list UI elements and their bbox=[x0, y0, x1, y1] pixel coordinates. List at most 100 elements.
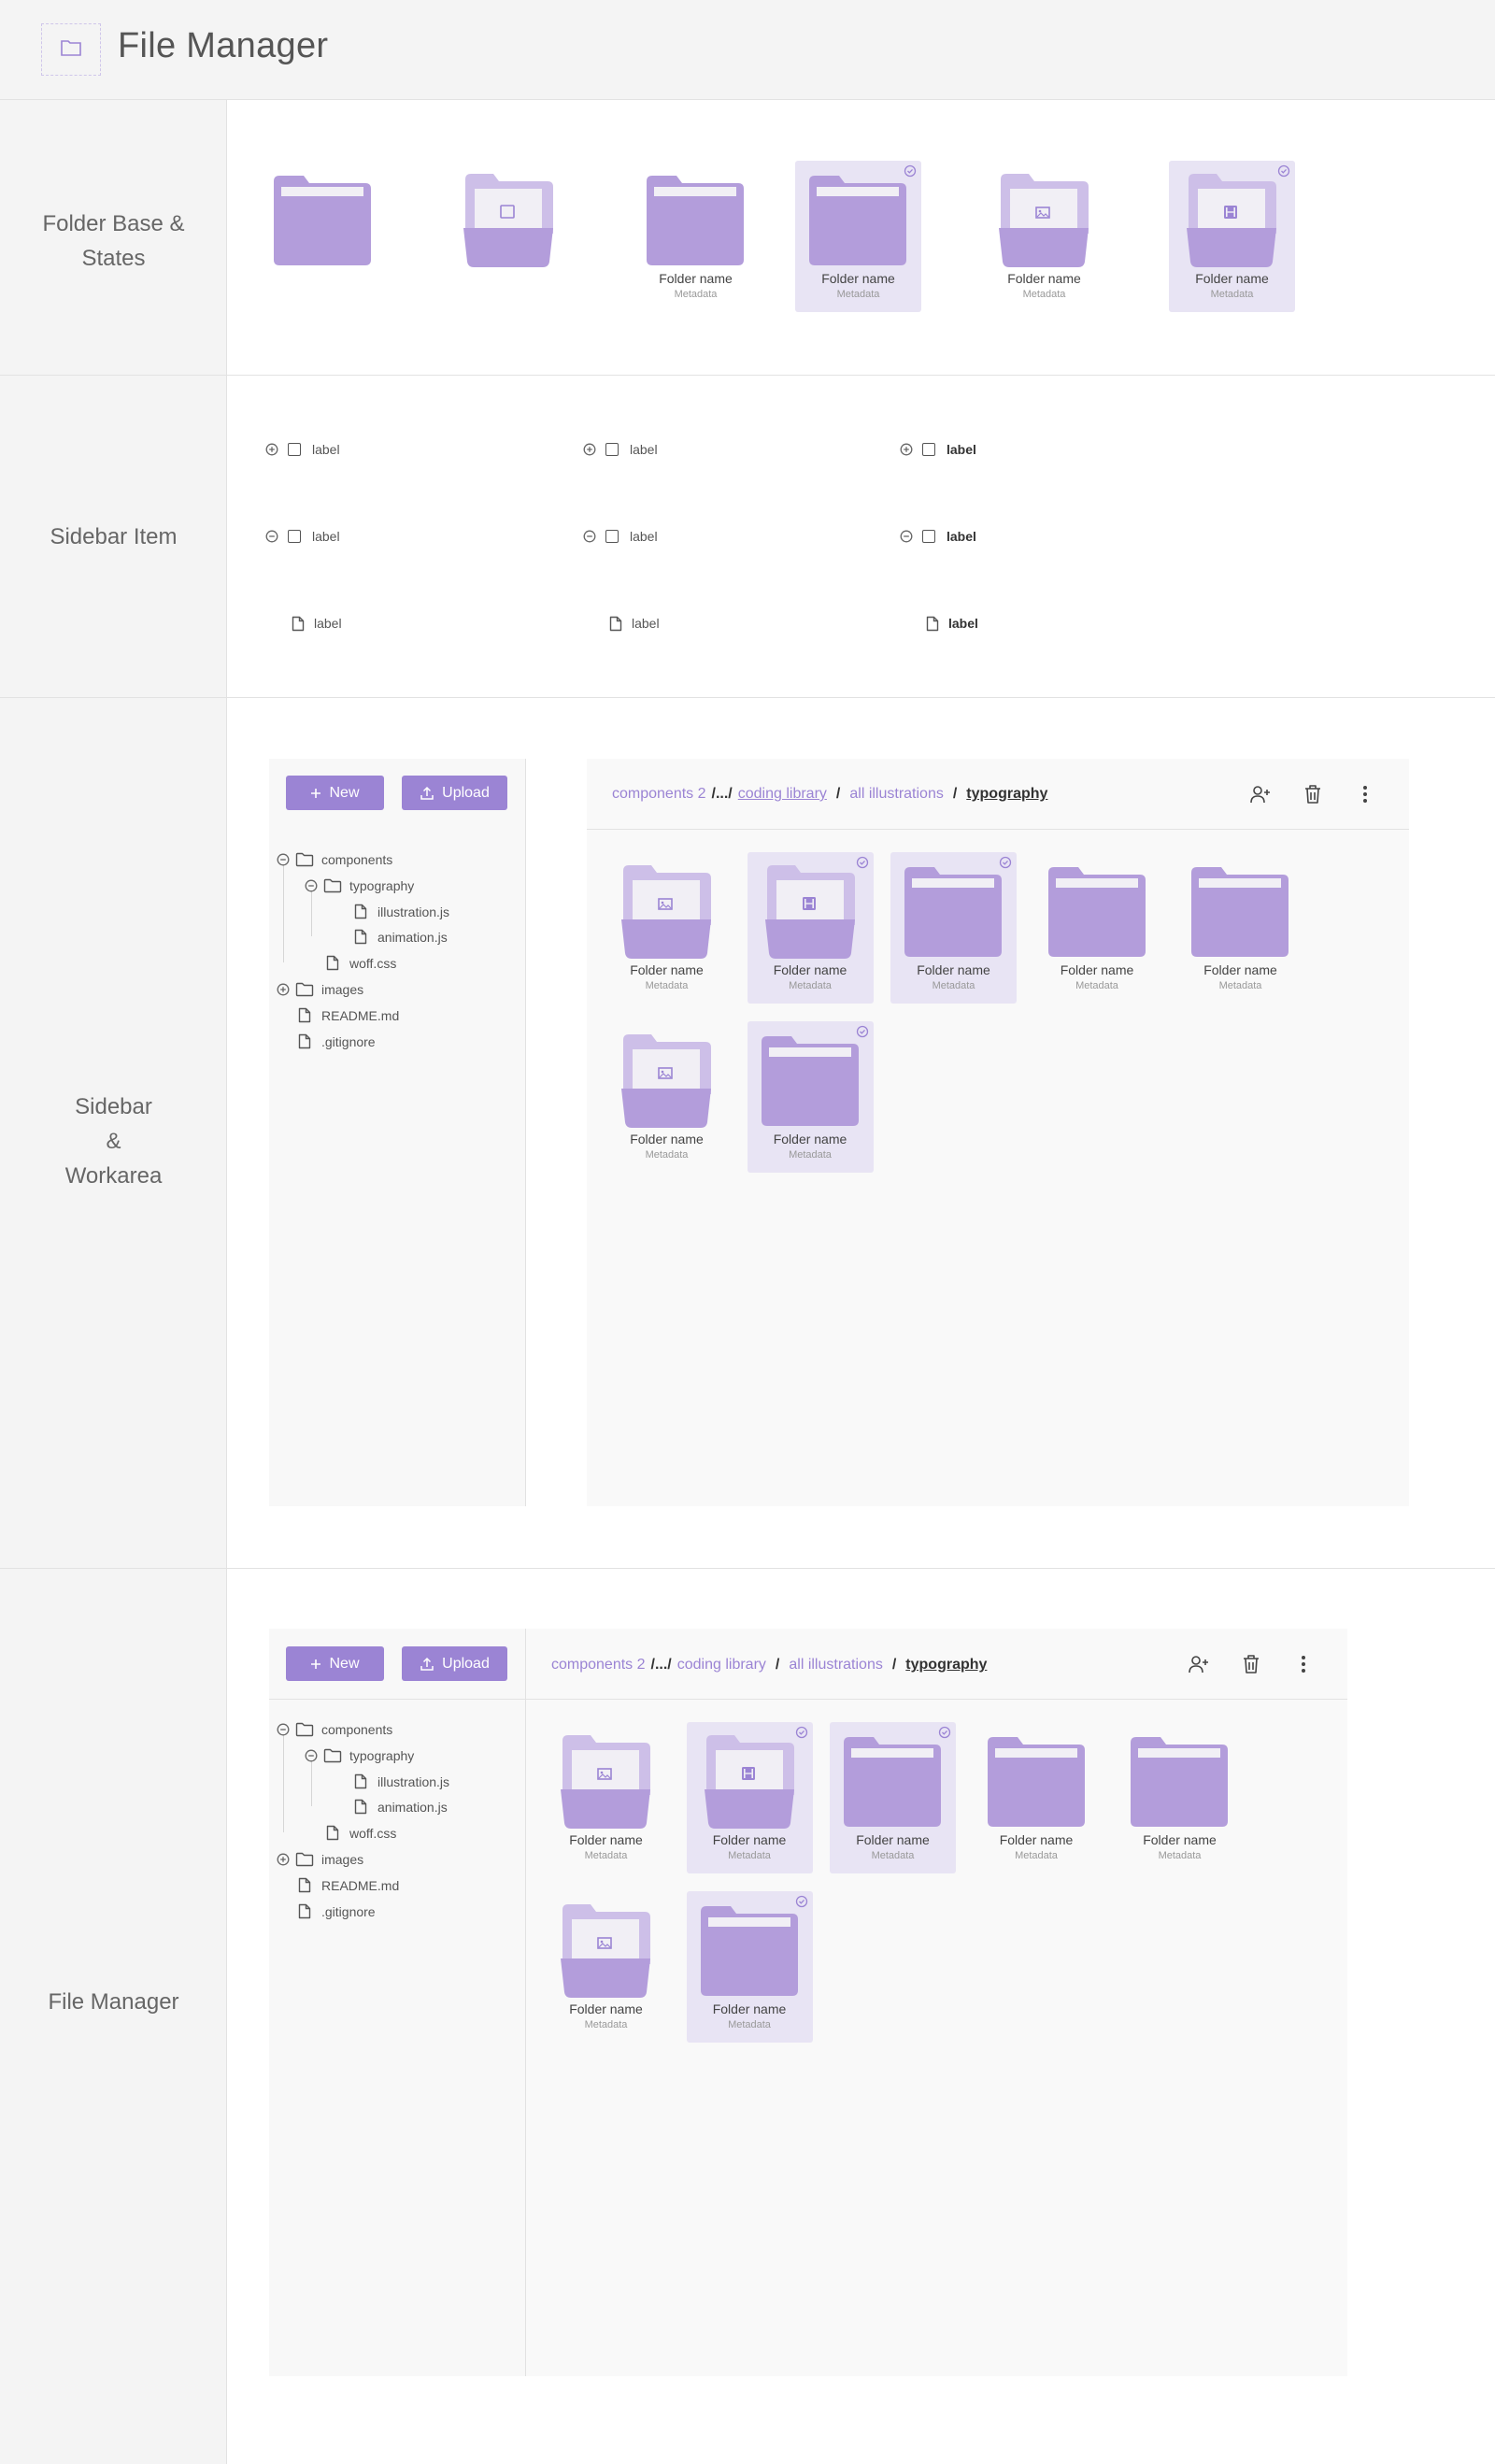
tree-item[interactable]: components bbox=[277, 849, 510, 870]
folder-tile[interactable] bbox=[260, 161, 386, 312]
folder-tile[interactable]: Folder name Metadata bbox=[1034, 852, 1160, 1004]
breadcrumb-separator: / bbox=[835, 786, 841, 802]
tree-item[interactable]: components bbox=[277, 1719, 510, 1740]
more-vertical-icon[interactable] bbox=[1351, 780, 1379, 808]
upload-button[interactable]: Upload bbox=[402, 1646, 507, 1681]
folder-tile[interactable]: Folder name Metadata bbox=[1169, 161, 1295, 312]
expand-icon[interactable] bbox=[277, 983, 290, 996]
breadcrumb-item[interactable]: all illustrations bbox=[849, 786, 943, 803]
collapse-icon[interactable] bbox=[305, 1749, 318, 1762]
tree-item[interactable]: illustration.js bbox=[277, 902, 510, 922]
breadcrumb-item[interactable]: coding library bbox=[738, 786, 827, 803]
tree-item[interactable]: typography bbox=[277, 876, 510, 896]
new-button[interactable]: New bbox=[286, 776, 384, 810]
breadcrumb-ellipsis[interactable]: /.../ bbox=[651, 1657, 672, 1674]
tree-item[interactable]: .gitignore bbox=[277, 1032, 510, 1052]
tree-item[interactable]: animation.js bbox=[277, 927, 510, 947]
share-user-icon[interactable] bbox=[1246, 780, 1274, 808]
tree-item-label: animation.js bbox=[377, 1800, 448, 1816]
sidebar-item[interactable]: label bbox=[583, 527, 658, 546]
sidebar-item[interactable]: label bbox=[265, 440, 340, 459]
folder-tile[interactable]: Folder name Metadata bbox=[795, 161, 921, 312]
tree-item-label: illustration.js bbox=[377, 904, 450, 919]
folder-tile[interactable] bbox=[446, 161, 572, 312]
tree-item[interactable]: animation.js bbox=[277, 1797, 510, 1817]
breadcrumb-ellipsis[interactable]: /.../ bbox=[712, 786, 733, 803]
tree-item[interactable]: illustration.js bbox=[277, 1772, 510, 1792]
collapse-icon[interactable] bbox=[583, 530, 596, 543]
folder-tile[interactable]: Folder name Metadata bbox=[1117, 1722, 1243, 1873]
tree-item[interactable]: woff.css bbox=[277, 953, 510, 974]
trash-icon[interactable] bbox=[1299, 780, 1327, 808]
sidebar-item[interactable]: label bbox=[900, 440, 976, 459]
collapse-icon[interactable] bbox=[277, 853, 290, 866]
expand-icon[interactable] bbox=[277, 1853, 290, 1866]
tree-item[interactable]: images bbox=[277, 979, 510, 1000]
folder-name: Folder name bbox=[1195, 271, 1269, 286]
folder-metadata: Metadata bbox=[789, 980, 832, 991]
folder-tile[interactable]: Folder name Metadata bbox=[686, 1722, 813, 1873]
breadcrumb-root[interactable]: components 2 bbox=[612, 786, 706, 803]
sidebar-item[interactable]: label bbox=[265, 527, 340, 546]
folder-tile[interactable]: Folder name Metadata bbox=[604, 1021, 730, 1173]
tree-item[interactable]: typography bbox=[277, 1745, 510, 1766]
tree-item[interactable]: README.md bbox=[277, 1005, 510, 1026]
folder-tile[interactable]: Folder name Metadata bbox=[974, 1722, 1100, 1873]
share-user-icon[interactable] bbox=[1185, 1650, 1213, 1678]
folder-tile[interactable]: Folder name Metadata bbox=[981, 161, 1107, 312]
folder-icon bbox=[323, 1748, 342, 1763]
folder-tile[interactable]: Folder name Metadata bbox=[633, 161, 759, 312]
expand-icon[interactable] bbox=[265, 443, 278, 456]
breadcrumb: components 2 /.../ coding library / all illu… bbox=[551, 1654, 987, 1676]
folder-metadata: Metadata bbox=[789, 1149, 832, 1161]
folder-name: Folder name bbox=[1060, 962, 1134, 977]
section-folder-states: Folder Base & States Folder name Metadata… bbox=[0, 100, 1495, 376]
checkbox[interactable] bbox=[288, 443, 301, 456]
expand-icon[interactable] bbox=[900, 443, 913, 456]
sidebar-item[interactable]: label bbox=[926, 614, 978, 633]
checkbox[interactable] bbox=[922, 530, 935, 543]
sidebar-item[interactable]: label bbox=[609, 614, 660, 633]
sidebar-item[interactable]: label bbox=[292, 614, 342, 633]
breadcrumb-item[interactable]: coding library bbox=[677, 1657, 766, 1674]
breadcrumb-item[interactable]: all illustrations bbox=[789, 1657, 882, 1674]
section-label-column: Sidebar & Workarea bbox=[0, 698, 227, 1568]
file-icon bbox=[354, 929, 367, 945]
section-label-column: Folder Base & States bbox=[0, 100, 227, 375]
folder-tile[interactable]: Folder name Metadata bbox=[604, 852, 730, 1004]
upload-button[interactable]: Upload bbox=[402, 776, 507, 810]
folder-tile[interactable]: Folder name Metadata bbox=[890, 852, 1017, 1004]
tree-item[interactable]: README.md bbox=[277, 1875, 510, 1896]
folder-icon bbox=[807, 168, 908, 272]
tree-item-label: .gitignore bbox=[321, 1033, 376, 1049]
tree-item[interactable]: woff.css bbox=[277, 1823, 510, 1844]
folder-tile[interactable]: Folder name Metadata bbox=[747, 1021, 874, 1173]
checkbox[interactable] bbox=[605, 530, 619, 543]
checkbox[interactable] bbox=[922, 443, 935, 456]
folder-name: Folder name bbox=[1143, 1832, 1217, 1847]
tree-item[interactable]: .gitignore bbox=[277, 1901, 510, 1922]
sidebar-item[interactable]: label bbox=[583, 440, 658, 459]
folder-tile[interactable]: Folder name Metadata bbox=[543, 1891, 669, 2043]
new-button[interactable]: New bbox=[286, 1646, 384, 1681]
folder-tile[interactable]: Folder name Metadata bbox=[543, 1722, 669, 1873]
collapse-icon[interactable] bbox=[277, 1723, 290, 1736]
sidebar-item[interactable]: label bbox=[900, 527, 976, 546]
checkbox[interactable] bbox=[288, 530, 301, 543]
folder-tile[interactable]: Folder name Metadata bbox=[1177, 852, 1303, 1004]
collapse-icon[interactable] bbox=[265, 530, 278, 543]
collapse-icon[interactable] bbox=[900, 530, 913, 543]
tree-item[interactable]: images bbox=[277, 1849, 510, 1870]
checkbox[interactable] bbox=[605, 443, 619, 456]
folder-tile[interactable]: Folder name Metadata bbox=[830, 1722, 956, 1873]
folder-tile[interactable]: Folder name Metadata bbox=[747, 852, 874, 1004]
trash-icon[interactable] bbox=[1237, 1650, 1265, 1678]
collapse-icon[interactable] bbox=[305, 879, 318, 892]
section-label: File Manager bbox=[48, 1989, 179, 2015]
more-vertical-icon[interactable] bbox=[1289, 1650, 1317, 1678]
expand-icon[interactable] bbox=[583, 443, 596, 456]
folder-tile[interactable]: Folder name Metadata bbox=[686, 1891, 813, 2043]
sidebar-panel bbox=[269, 1629, 526, 2376]
breadcrumb-root[interactable]: components 2 bbox=[551, 1657, 646, 1674]
sidebar-item-label: label bbox=[948, 616, 978, 631]
